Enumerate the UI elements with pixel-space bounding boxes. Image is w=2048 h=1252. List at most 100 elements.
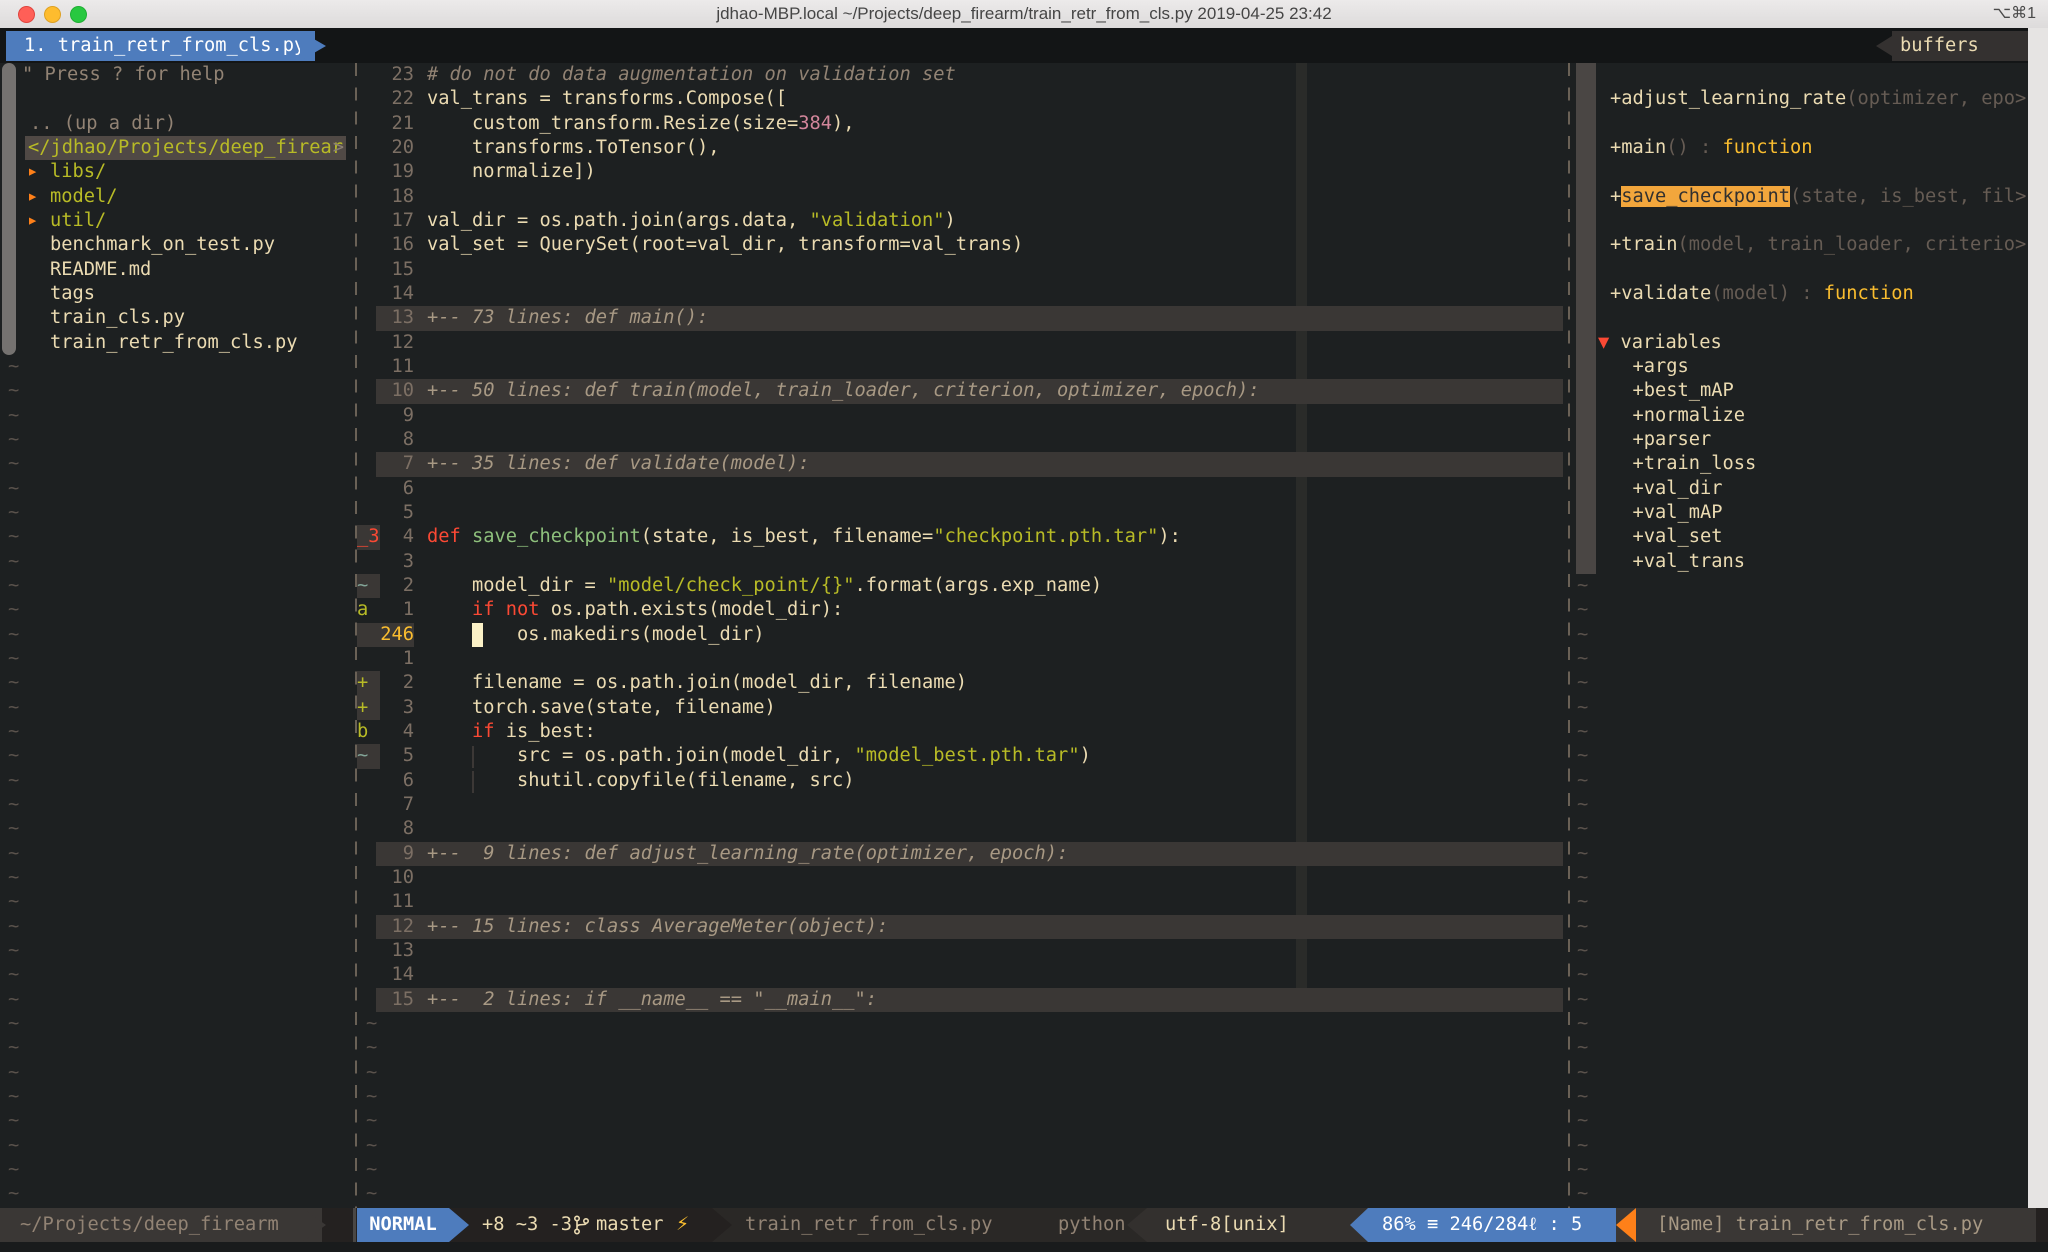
code-line[interactable]: 17val_dir = os.path.join(args.data, "val…: [355, 209, 1568, 233]
tagbar-tag[interactable]: +train_loss: [1568, 452, 2048, 476]
nerdtree-panel[interactable]: " Press ? for help.. (up a dir)</jdhao/P…: [0, 63, 355, 1208]
code-line[interactable]: 6 shutil.copyfile(filename, src): [355, 769, 1568, 793]
code-line[interactable]: 11: [355, 355, 1568, 379]
tagbar-tag[interactable]: +val_trans: [1568, 550, 2048, 574]
cursor-position-indicator: 86% ≡ 246/284ℓ : 5: [1368, 1208, 1616, 1242]
empty-line-tilde: ~: [0, 939, 355, 963]
editor-scrollbar-thumb[interactable]: [1576, 63, 1596, 574]
code-line[interactable]: 23# do not do data augmentation on valid…: [355, 63, 1568, 87]
code-line[interactable]: 12: [355, 331, 1568, 355]
statusline-tree-path: ~/Projects/deep_firearm: [0, 1208, 322, 1242]
code-line[interactable]: 7: [355, 793, 1568, 817]
tagbar-tag[interactable]: +best_mAP: [1568, 379, 2048, 403]
code-line[interactable]: 21 custom_transform.Resize(size=384),: [355, 112, 1568, 136]
line-number: 5: [369, 744, 414, 768]
tab-arrow-icon: [300, 31, 326, 61]
line-number: 10: [369, 866, 414, 890]
tagbar-tag[interactable]: +val_set: [1568, 525, 2048, 549]
code-fold-line[interactable]: 13+-- 73 lines: def main():: [355, 306, 1568, 330]
nerdtree-file-train_retr_from_clspy[interactable]: train_retr_from_cls.py: [0, 331, 355, 355]
code-line[interactable]: ~5 src = os.path.join(model_dir, "model_…: [355, 744, 1568, 768]
tagbar-tag[interactable]: +validate(model) : function: [1568, 282, 2048, 306]
empty-line-tilde: ~: [0, 501, 355, 525]
code-fold-line[interactable]: 10+-- 50 lines: def train(model, train_l…: [355, 379, 1568, 403]
tagbar-tag[interactable]: +save_checkpoint(state, is_best, fil>: [1568, 185, 2048, 209]
code-line[interactable]: 14: [355, 963, 1568, 987]
tagbar-panel[interactable]: +adjust_learning_rate(optimizer, epo> +ma…: [1568, 63, 2048, 1208]
line-number: 9: [369, 404, 414, 428]
code-line[interactable]: 8: [355, 428, 1568, 452]
code-line[interactable]: 14: [355, 282, 1568, 306]
empty-line-tilde: ~: [1568, 1012, 2048, 1036]
code-line[interactable]: 13: [355, 939, 1568, 963]
code-line[interactable]: 18: [355, 185, 1568, 209]
code-line[interactable]: 16val_set = QuerySet(root=val_dir, trans…: [355, 233, 1568, 257]
code-line[interactable]: +2 filename = os.path.join(model_dir, fi…: [355, 671, 1568, 695]
line-number: 11: [369, 890, 414, 914]
nerdtree-file-benchmark_on_testpy[interactable]: benchmark_on_test.py: [0, 233, 355, 257]
line-number: 1: [369, 598, 414, 622]
tagbar-tag[interactable]: +val_dir: [1568, 477, 2048, 501]
command-line[interactable]: [0, 1242, 2048, 1252]
editor-panel[interactable]: 23# do not do data augmentation on valid…: [355, 63, 1568, 1208]
tagbar-tag[interactable]: +main() : function: [1568, 136, 2048, 160]
empty-line-tilde: ~: [0, 1036, 355, 1060]
code-line[interactable]: 10: [355, 866, 1568, 890]
code-line[interactable]: a1 if not os.path.exists(model_dir):: [355, 598, 1568, 622]
code-line[interactable]: b4 if is_best:: [355, 720, 1568, 744]
nerdtree-dir-libs[interactable]: ▸libs/: [0, 160, 355, 184]
empty-line-tilde: ~: [355, 1109, 1568, 1133]
empty-line-tilde: ~: [0, 1085, 355, 1109]
lightning-icon: ⚡: [676, 1208, 689, 1242]
code-fold-line[interactable]: 12+-- 15 lines: class AverageMeter(objec…: [355, 915, 1568, 939]
code-line[interactable]: 8: [355, 817, 1568, 841]
empty-line-tilde: ~: [0, 452, 355, 476]
tagbar-section-variables[interactable]: ▼ variables: [1568, 331, 2048, 355]
code-line[interactable]: 20 transforms.ToTensor(),: [355, 136, 1568, 160]
mode-indicator: NORMAL: [357, 1208, 449, 1242]
line-number: 18: [369, 185, 414, 209]
line-number: 2: [369, 671, 414, 695]
line-number: 23: [369, 63, 414, 87]
code-fold-line[interactable]: 15+-- 2 lines: if __name__ == "__main__"…: [355, 988, 1568, 1012]
line-number: 22: [369, 87, 414, 111]
right-scrollbar-track[interactable]: [2028, 28, 2048, 1252]
code-line[interactable]: 9: [355, 404, 1568, 428]
line-number: 12: [369, 331, 414, 355]
code-line[interactable]: +3 torch.save(state, filename): [355, 696, 1568, 720]
code-line[interactable]: _34def save_checkpoint(state, is_best, f…: [355, 525, 1568, 549]
tagbar-tag[interactable]: +args: [1568, 355, 2048, 379]
tagbar-tag[interactable]: +val_mAP: [1568, 501, 2048, 525]
code-line[interactable]: 5: [355, 501, 1568, 525]
line-number: 3: [369, 696, 414, 720]
code-line[interactable]: 1: [355, 647, 1568, 671]
empty-line-tilde: ~: [0, 1109, 355, 1133]
code-cursor-line[interactable]: 246 os.makedirs(model_dir): [355, 623, 1568, 647]
nerdtree-root-selected[interactable]: </jdhao/Projects/deep_firear>: [0, 136, 355, 160]
nerdtree-up-dir[interactable]: .. (up a dir): [0, 112, 355, 136]
code-fold-line[interactable]: 7+-- 35 lines: def validate(model):: [355, 452, 1568, 476]
code-line[interactable]: ~2 model_dir = "model/check_point/{}".fo…: [355, 574, 1568, 598]
empty-line-tilde: ~: [1568, 1061, 2048, 1085]
tagbar-tag[interactable]: +normalize: [1568, 404, 2048, 428]
tagbar-tag[interactable]: +adjust_learning_rate(optimizer, epo>: [1568, 87, 2048, 111]
code-line[interactable]: 11: [355, 890, 1568, 914]
terminal-window: jdhao-MBP.local ~/Projects/deep_firearm/…: [0, 0, 2048, 1252]
nerdtree-file-READMEmd[interactable]: README.md: [0, 258, 355, 282]
nerdtree-scrollbar[interactable]: [2, 63, 16, 355]
nerdtree-file-tags[interactable]: tags: [0, 282, 355, 306]
nerdtree-file-train_clspy[interactable]: train_cls.py: [0, 306, 355, 330]
code-line[interactable]: 19 normalize]): [355, 160, 1568, 184]
code-fold-line[interactable]: 9+-- 9 lines: def adjust_learning_rate(o…: [355, 842, 1568, 866]
line-number: 10: [369, 379, 414, 403]
code-line[interactable]: 22val_trans = transforms.Compose([: [355, 87, 1568, 111]
code-line[interactable]: 6: [355, 477, 1568, 501]
tagbar-tag[interactable]: +parser: [1568, 428, 2048, 452]
nerdtree-dir-model[interactable]: ▸model/: [0, 185, 355, 209]
tagbar-tag[interactable]: +train(model, train_loader, criterio>: [1568, 233, 2048, 257]
empty-line-tilde: ~: [1568, 1158, 2048, 1182]
tab-train-retr-from-cls[interactable]: 1. train_retr_from_cls.py: [6, 31, 315, 61]
code-line[interactable]: 3: [355, 550, 1568, 574]
nerdtree-dir-util[interactable]: ▸util/: [0, 209, 355, 233]
code-line[interactable]: 15: [355, 258, 1568, 282]
